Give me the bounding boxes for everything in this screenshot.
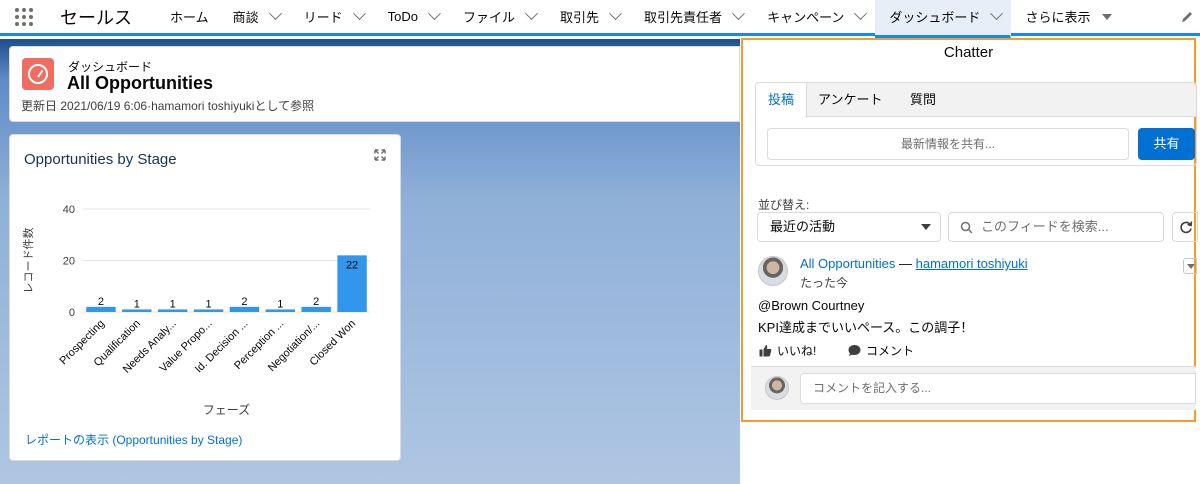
y-tick-label: 20 [63, 256, 75, 268]
comment-button[interactable]: コメント [848, 342, 914, 359]
y-axis-title: レコード件数 [22, 228, 35, 294]
feed-search-input[interactable]: このフィードを検索... [948, 212, 1164, 242]
chevron-down-icon[interactable] [732, 7, 745, 21]
like-button[interactable]: いいね! [759, 342, 816, 359]
app-name: セールス [60, 7, 132, 28]
tab-post[interactable]: 投稿 [756, 83, 808, 118]
chevron-down-icon[interactable] [352, 7, 366, 21]
chevron-down-icon[interactable] [268, 7, 282, 21]
like-label: いいね! [777, 344, 817, 358]
y-tick-label: 0 [69, 307, 75, 319]
top-navigation: セールス ホーム 商談 リード ToDo ファイル 取引先 取引先責任者 キャンペーン ダッシュ… [0, 0, 1200, 38]
refresh-button[interactable] [1172, 212, 1198, 242]
nav-more-label: さらに表示 [1025, 10, 1091, 25]
nav-tab-8[interactable]: キャンペーン [753, 0, 875, 35]
app-launcher-button[interactable] [0, 0, 48, 35]
chatter-title: Chatter [943, 44, 994, 61]
chevron-down-icon[interactable] [990, 7, 1004, 21]
chevron-down-icon[interactable] [525, 7, 538, 21]
nav-tab-label: 取引先 [560, 10, 600, 25]
thumbs-up-icon [759, 345, 772, 357]
refresh-icon [1180, 221, 1193, 234]
dashboard-icon [22, 58, 54, 90]
post-record-link[interactable]: All Opportunities [800, 256, 895, 271]
nav-tab-bar: ホーム 商談 リード ToDo ファイル 取引先 取引先責任者 キャンペーン ダッシュボード [156, 0, 1012, 38]
nav-tab-label: リード [303, 10, 343, 25]
post-mention[interactable]: @Brown Courtney [758, 298, 864, 313]
nav-tab-label: ホーム [170, 10, 209, 25]
data-label: 2 [98, 296, 104, 308]
chevron-down-icon[interactable] [609, 7, 622, 21]
sort-select-value: 最近の活動 [770, 219, 836, 234]
share-button[interactable]: 共有 [1138, 128, 1195, 160]
nav-tab-label: 取引先責任者 [644, 10, 723, 25]
chevron-down-icon[interactable] [854, 7, 868, 21]
dashboard-header: ダッシュボード All Opportunities 更新日 2021/06/19… [9, 46, 740, 122]
nav-tab-6[interactable]: 取引先 [546, 0, 630, 35]
chatter-panel: Chatter 投稿 アンケート 質問 最新情報を共有... 共有 並び替え: … [741, 38, 1198, 422]
publisher-tabs: 投稿 アンケート 質問 [756, 83, 1196, 118]
data-label: 22 [346, 259, 358, 271]
caret-down-icon [921, 224, 931, 230]
y-tick-label: 40 [63, 204, 75, 216]
nav-tab-3[interactable]: リード [290, 0, 374, 35]
nav-tab-2[interactable]: 商談 [219, 0, 290, 35]
data-label: 1 [277, 298, 283, 310]
post-body: KPI達成までいいペース。この調子！ [758, 320, 974, 335]
comment-icon [848, 345, 861, 356]
data-label: 1 [170, 298, 176, 310]
pencil-edit-icon[interactable] [1180, 10, 1194, 24]
nav-more-menu[interactable]: さらに表示 [1011, 7, 1122, 26]
dashboard-updated-meta: 更新日 2021/06/19 6:06·hamamori toshiyukiとし… [21, 99, 315, 113]
nav-tab-label: ToDo [387, 9, 419, 24]
app-launcher-icon [15, 7, 33, 26]
x-axis-title: フェーズ [203, 402, 250, 417]
post-author-avatar[interactable] [758, 256, 788, 286]
search-icon [960, 221, 973, 234]
dashboard-chart-widget: 0 20 40 2 Prospecting 1 Qualification 1 Needs An… [9, 134, 401, 461]
nav-tab-1[interactable]: ホーム [156, 0, 219, 35]
data-label: 2 [313, 296, 319, 308]
post-header: All Opportunities — hamamori toshiyuki [800, 256, 1028, 271]
post-author-link[interactable]: hamamori toshiyuki [916, 256, 1028, 271]
bar-chart: 020402Prospecting1Qualification1Needs An… [22, 204, 370, 417]
post-actions-menu[interactable] [1183, 258, 1197, 274]
expand-icon[interactable] [374, 149, 386, 161]
view-report-link[interactable]: レポートの表示 (Opportunities by Stage) [25, 431, 242, 448]
comment-input[interactable]: コメントを記入する... [800, 373, 1196, 404]
post-separator: — [895, 256, 916, 271]
nav-tab-4[interactable]: ToDo [374, 0, 449, 35]
data-label: 1 [134, 298, 140, 310]
nav-tab-label: 商談 [232, 10, 259, 25]
nav-tab-label: ファイル [463, 10, 516, 25]
comment-label: コメント [866, 344, 915, 358]
sort-select[interactable]: 最近の活動 [757, 212, 941, 242]
data-label: 1 [206, 298, 212, 310]
post-timestamp: たった今 [800, 276, 849, 290]
caret-down-icon [1102, 13, 1113, 20]
tab-question[interactable]: 質問 [898, 83, 948, 117]
nav-tab-9[interactable]: ダッシュボード [875, 0, 1012, 38]
chart-title: Opportunities by Stage [24, 151, 177, 168]
current-user-avatar [765, 376, 789, 400]
nav-tab-label: キャンペーン [767, 10, 845, 25]
tab-poll[interactable]: アンケート [806, 83, 894, 117]
nav-tab-7[interactable]: 取引先責任者 [630, 0, 753, 35]
sort-label: 並び替え: [758, 198, 810, 212]
chevron-down-icon[interactable] [428, 7, 441, 21]
data-label: 2 [241, 296, 247, 308]
feed-search-placeholder: このフィードを検索... [981, 219, 1109, 234]
dashboard-title: All Opportunities [67, 73, 213, 93]
nav-tab-5[interactable]: ファイル [449, 0, 546, 35]
publisher: 投稿 アンケート 質問 最新情報を共有... 共有 [755, 82, 1197, 166]
share-update-input[interactable]: 最新情報を共有... [767, 128, 1129, 160]
comment-composer: コメントを記入する... [751, 366, 1196, 410]
nav-tab-label: ダッシュボード [889, 10, 981, 25]
